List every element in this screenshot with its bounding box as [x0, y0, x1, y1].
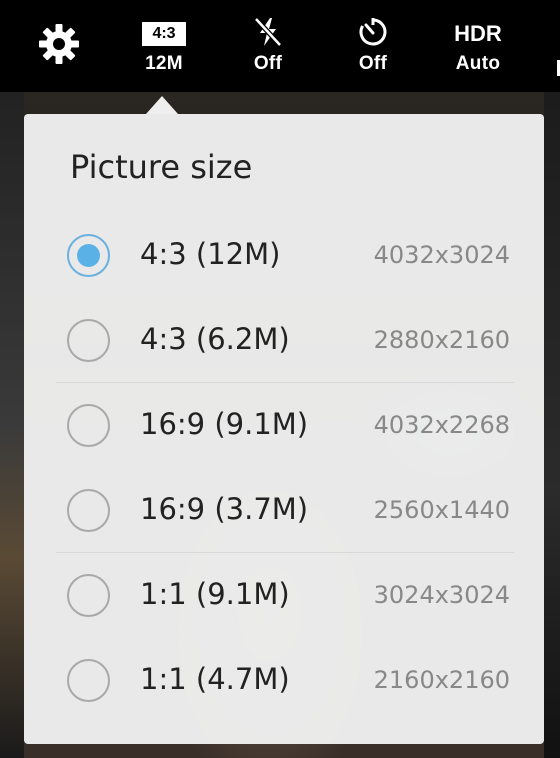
aspect-ratio-badge: 4:3	[142, 22, 186, 46]
option-label: 16:9 (3.7M)	[140, 492, 309, 526]
option-label: 16:9 (9.1M)	[140, 407, 309, 441]
radio-button[interactable]	[67, 234, 110, 277]
radio-button[interactable]	[67, 574, 110, 617]
flash-label: Off	[253, 53, 283, 74]
camera-toolbar: 4:3 12M Off Off HDR Auto	[0, 0, 560, 92]
picture-size-option[interactable]: 16:9 (3.7M) 2560x1440	[24, 468, 544, 553]
picture-size-option[interactable]: 4:3 (6.2M) 2880x2160	[24, 298, 544, 383]
hdr-button[interactable]: HDR Auto	[440, 0, 516, 92]
picture-size-option[interactable]: 16:9 (9.1M) 4032x2268	[24, 383, 544, 468]
preview-right-edge	[544, 92, 560, 758]
flash-off-icon	[253, 16, 283, 52]
gear-icon	[37, 22, 81, 70]
option-resolution: 3024x3024	[373, 581, 510, 609]
picture-size-popup: Picture size 4:3 (12M) 4032x3024 4:3 (6.…	[24, 114, 544, 744]
flash-button[interactable]: Off	[230, 0, 306, 92]
radio-button[interactable]	[67, 319, 110, 362]
radio-button[interactable]	[67, 489, 110, 532]
timer-label: Off	[358, 53, 388, 74]
option-resolution: 2880x2160	[373, 326, 510, 354]
hdr-label: Auto	[455, 53, 501, 74]
picture-size-label: 12M	[145, 53, 183, 74]
picture-size-option[interactable]: 1:1 (9.1M) 3024x3024	[24, 553, 544, 638]
radio-button[interactable]	[67, 659, 110, 702]
preview-left-edge	[0, 92, 24, 758]
picture-size-option[interactable]: 4:3 (12M) 4032x3024	[24, 213, 544, 298]
option-resolution: 2160x2160	[373, 666, 510, 694]
option-resolution: 4032x2268	[373, 411, 510, 439]
popup-title: Picture size	[70, 148, 253, 186]
timer-icon	[357, 16, 389, 52]
option-label: 4:3 (12M)	[140, 237, 281, 271]
radio-selected-dot	[77, 244, 100, 267]
timer-button[interactable]: Off	[335, 0, 411, 92]
hdr-title: HDR	[454, 21, 502, 46]
option-resolution: 2560x1440	[373, 496, 510, 524]
picture-size-option[interactable]: 1:1 (4.7M) 2160x2160	[24, 638, 544, 723]
popup-pointer	[146, 96, 178, 114]
option-label: 1:1 (4.7M)	[140, 662, 290, 696]
option-label: 4:3 (6.2M)	[140, 322, 290, 356]
radio-button[interactable]	[67, 404, 110, 447]
option-resolution: 4032x3024	[373, 241, 510, 269]
option-label: 1:1 (9.1M)	[140, 577, 290, 611]
picture-size-button[interactable]: 4:3 12M	[126, 0, 202, 92]
settings-button[interactable]	[21, 0, 97, 92]
